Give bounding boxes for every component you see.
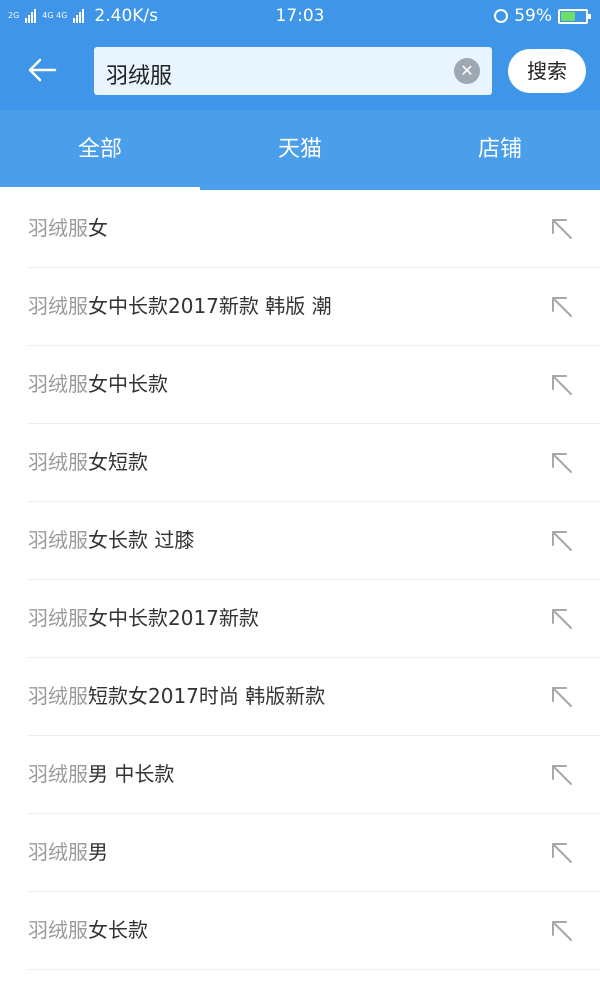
suggestion-rest: 女中长款: [88, 372, 168, 396]
fill-query-arrow-icon[interactable]: [550, 763, 574, 787]
list-item[interactable]: 羽绒服女中长款2017新款 韩版 潮: [28, 268, 600, 346]
app-header: 2G 4G 4G 2.40K/s 17:03 59% 羽绒服 ✕ 搜索 全部 天…: [0, 0, 600, 190]
suggestion-text: 羽绒服女中长款: [28, 370, 168, 398]
suggestion-list: 羽绒服女 羽绒服女中长款2017新款 韩版 潮羽绒服女中长款 羽绒服女短款 羽绒服女长…: [0, 190, 600, 970]
suggestion-match: 羽绒服: [28, 528, 88, 552]
search-tabs: 全部 天猫 店铺: [0, 110, 600, 190]
suggestion-match: 羽绒服: [28, 762, 88, 786]
tab-all[interactable]: 全部: [0, 110, 200, 190]
status-bar: 2G 4G 4G 2.40K/s 17:03 59%: [0, 0, 600, 32]
list-item[interactable]: 羽绒服短款女2017时尚 韩版新款: [28, 658, 600, 736]
fill-query-arrow-icon[interactable]: [550, 217, 574, 241]
suggestion-rest: 女长款: [88, 918, 148, 942]
fill-query-arrow-icon[interactable]: [550, 919, 574, 943]
clear-icon[interactable]: ✕: [454, 58, 480, 84]
suggestion-match: 羽绒服: [28, 216, 88, 240]
fill-query-arrow-icon[interactable]: [550, 841, 574, 865]
tab-tmall[interactable]: 天猫: [200, 110, 400, 190]
suggestion-rest: 女中长款2017新款: [88, 606, 259, 630]
suggestion-text: 羽绒服女短款: [28, 448, 148, 476]
suggestion-match: 羽绒服: [28, 684, 88, 708]
suggestion-match: 羽绒服: [28, 606, 88, 630]
list-item[interactable]: 羽绒服女中长款2017新款: [28, 580, 600, 658]
fill-query-arrow-icon[interactable]: [550, 607, 574, 631]
tab-shops[interactable]: 店铺: [400, 110, 600, 190]
list-item[interactable]: 羽绒服女: [28, 190, 600, 268]
suggestion-text: 羽绒服男: [28, 838, 108, 866]
battery-icon: [558, 8, 591, 24]
list-item[interactable]: 羽绒服男 中长款: [28, 736, 600, 814]
suggestion-text: 羽绒服短款女2017时尚 韩版新款: [28, 682, 325, 710]
fill-query-arrow-icon[interactable]: [550, 529, 574, 553]
suggestion-rest: 女长款 过膝: [88, 528, 195, 552]
suggestion-match: 羽绒服: [28, 450, 88, 474]
suggestion-rest: 男: [88, 840, 108, 864]
battery-percent: 59%: [514, 6, 552, 26]
arrow-left-icon: [28, 58, 57, 82]
suggestion-rest: 女中长款2017新款 韩版 潮: [88, 294, 332, 318]
fill-query-arrow-icon[interactable]: [550, 451, 574, 475]
fill-query-arrow-icon[interactable]: [550, 295, 574, 319]
search-query[interactable]: 羽绒服: [106, 58, 172, 90]
search-bar: 羽绒服 ✕ 搜索: [0, 32, 600, 110]
battery-level: [561, 11, 575, 21]
fill-query-arrow-icon[interactable]: [550, 373, 574, 397]
list-item[interactable]: 羽绒服女短款: [28, 424, 600, 502]
suggestion-rest: 女短款: [88, 450, 148, 474]
list-item[interactable]: 羽绒服女长款: [28, 892, 600, 970]
suggestion-rest: 短款女2017时尚 韩版新款: [88, 684, 326, 708]
list-item[interactable]: 羽绒服男: [28, 814, 600, 892]
list-item[interactable]: 羽绒服女长款 过膝: [28, 502, 600, 580]
suggestion-text: 羽绒服女: [28, 214, 108, 242]
suggestion-text: 羽绒服女中长款2017新款 韩版 潮: [28, 292, 332, 320]
search-input[interactable]: 羽绒服 ✕: [94, 47, 492, 95]
fill-query-arrow-icon[interactable]: [550, 685, 574, 709]
suggestion-text: 羽绒服女长款: [28, 916, 148, 944]
suggestion-text: 羽绒服男 中长款: [28, 760, 174, 788]
list-item[interactable]: 羽绒服女中长款: [28, 346, 600, 424]
suggestion-match: 羽绒服: [28, 840, 88, 864]
status-right: 59%: [494, 6, 591, 26]
suggestion-text: 羽绒服女中长款2017新款: [28, 604, 259, 632]
alarm-clock-icon: [494, 9, 509, 23]
suggestion-match: 羽绒服: [28, 372, 88, 396]
suggestion-match: 羽绒服: [28, 294, 88, 318]
suggestion-rest: 男 中长款: [88, 762, 175, 786]
suggestion-text: 羽绒服女长款 过膝: [28, 526, 194, 554]
search-button[interactable]: 搜索: [508, 49, 586, 93]
back-button[interactable]: [20, 50, 64, 90]
suggestion-match: 羽绒服: [28, 918, 88, 942]
suggestion-rest: 女: [88, 216, 108, 240]
